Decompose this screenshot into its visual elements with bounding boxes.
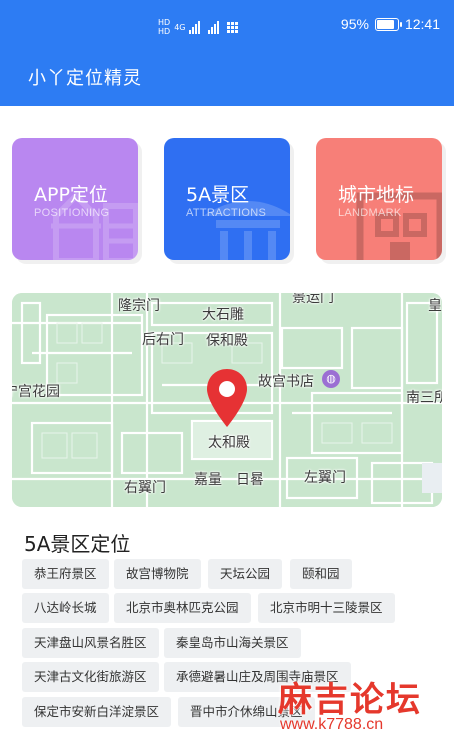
map-label: 左翼门 [304, 470, 346, 486]
scenic-tag[interactable]: 保定市安新白洋淀景区 [22, 697, 172, 727]
map-label: 日晷 [236, 472, 264, 488]
card-landmark[interactable]: 城市地标 LANDMARK [316, 138, 442, 260]
signal-icon-2 [208, 20, 220, 34]
card-title: 5A景区 [186, 184, 250, 206]
scenic-tag[interactable]: 北京市明十三陵景区 [258, 593, 395, 623]
battery-percent: 95% [340, 16, 369, 32]
scenic-tag[interactable]: 八达岭长城 [22, 593, 109, 623]
card-subtitle: LANDMARK [338, 207, 402, 219]
map-label: 南三所 [406, 390, 442, 406]
card-attractions[interactable]: 5A景区 ATTRACTIONS [164, 138, 290, 260]
grid-icon [227, 21, 239, 33]
scenic-tag[interactable]: 天津盘山风景名胜区 [22, 628, 159, 658]
hd-icon: HD HD [158, 18, 171, 36]
watermark-text: 麻吉论坛 [278, 680, 422, 720]
map-label: 皇 [428, 298, 442, 314]
page-title: 小丫定位精灵 [28, 68, 142, 89]
watermark-url: www.k7788.cn [280, 716, 384, 733]
status-right: 95% 12:41 [341, 16, 440, 32]
map-label: 宁宫花园 [12, 384, 60, 400]
map-label: 右翼门 [124, 480, 166, 496]
card-subtitle: ATTRACTIONS [186, 207, 267, 219]
battery-icon [374, 17, 402, 31]
map-label: 故宫书店 [258, 374, 314, 390]
map-label: 隆宗门 [118, 298, 160, 314]
card-subtitle: POSITIONING [34, 207, 110, 219]
status-bar: HD HD 4G 95% 12:41 [0, 0, 454, 54]
section-title: 5A景区定位 [24, 532, 131, 556]
scenic-tag[interactable]: 北京市奥林匹克公园 [114, 593, 251, 623]
battery-fill [376, 19, 395, 29]
card-title: 城市地标 [338, 184, 415, 206]
map-label: 保和殿 [206, 333, 248, 349]
map-label: 太和殿 [208, 435, 250, 451]
card-title: APP定位 [34, 184, 108, 206]
network-type: 4G [174, 22, 186, 32]
map-label: 景运门 [292, 293, 334, 306]
map-label: 大石雕 [202, 307, 244, 323]
scenic-tag[interactable]: 故宫博物院 [114, 559, 201, 589]
bookstore-icon: ◍ [322, 370, 340, 388]
map-view[interactable]: 隆宗门 大石雕 景运门 皇 保和殿 后右门 宁宫花园 故宫书店 ◍ 南三所 太和… [12, 293, 442, 507]
scenic-tag[interactable]: 秦皇岛市山海关景区 [164, 628, 301, 658]
scenic-tag[interactable]: 恭王府景区 [22, 559, 109, 589]
scenic-tag[interactable]: 天津古文化街旅游区 [22, 662, 159, 692]
location-pin-icon[interactable] [204, 367, 250, 429]
app-header: HD HD 4G 95% 12:41 小丫定位精灵 [0, 0, 454, 106]
signal-indicators: HD HD 4G [158, 14, 239, 40]
clock: 12:41 [404, 16, 440, 32]
scenic-tag[interactable]: 颐和园 [290, 559, 352, 589]
scenic-tag[interactable]: 天坛公园 [208, 559, 283, 589]
card-app-positioning[interactable]: APP定位 POSITIONING [12, 138, 138, 260]
map-label: 后右门 [142, 332, 184, 348]
forum-watermark: 麻吉论坛 www.k7788.cn [272, 672, 454, 738]
signal-icon [189, 20, 201, 34]
map-label: 嘉量 [194, 472, 222, 488]
category-cards: APP定位 POSITIONING 5A景区 ATTRACTIONS 城市地标 … [0, 138, 454, 262]
